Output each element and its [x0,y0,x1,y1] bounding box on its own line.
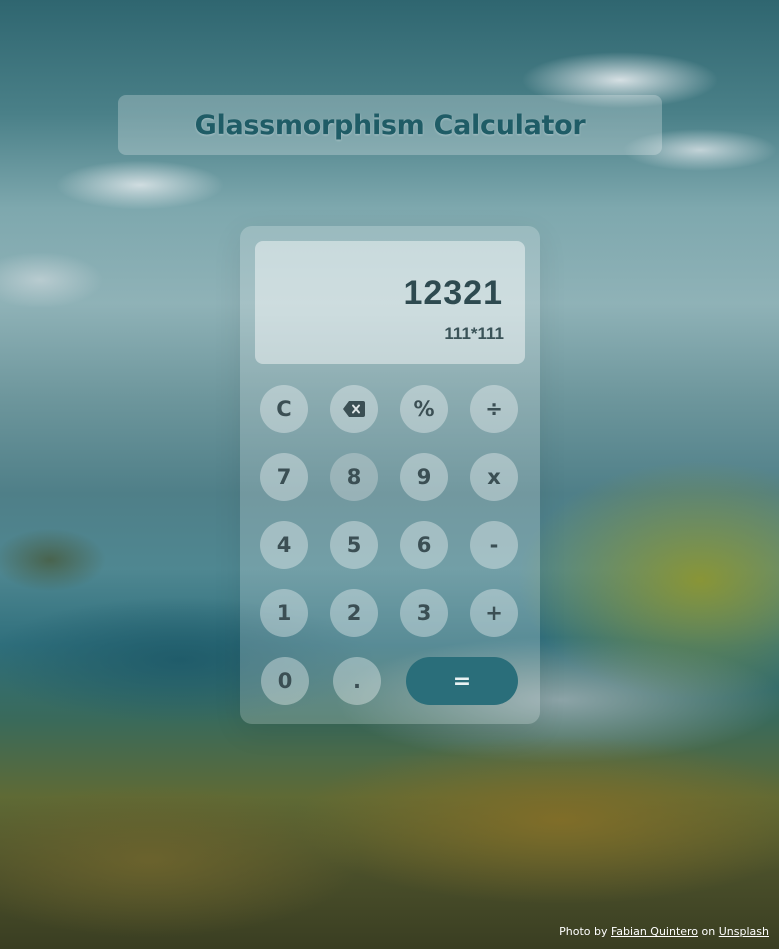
photo-credit: Photo by Fabian Quintero on Unsplash [559,925,769,938]
key-5[interactable]: 5 [330,521,378,569]
page-title: Glassmorphism Calculator [194,109,586,141]
calculator: 12321 111*111 C % ÷ 7 8 9 x 4 5 6 - 1 2 … [240,226,540,724]
key-6[interactable]: 6 [400,521,448,569]
display-result: 12321 [403,274,503,312]
key-4[interactable]: 4 [260,521,308,569]
calculator-display: 12321 111*111 [255,241,525,364]
multiply-button[interactable]: x [470,453,518,501]
key-9[interactable]: 9 [400,453,448,501]
backspace-icon [343,401,365,417]
divide-button[interactable]: ÷ [470,385,518,433]
minus-button[interactable]: - [470,521,518,569]
key-7[interactable]: 7 [260,453,308,501]
equals-button[interactable]: = [406,657,518,705]
plus-button[interactable]: + [470,589,518,637]
backspace-button[interactable] [330,385,378,433]
key-2[interactable]: 2 [330,589,378,637]
key-0[interactable]: 0 [261,657,309,705]
display-expression: 111*111 [444,324,504,343]
key-8[interactable]: 8 [330,453,378,501]
percent-button[interactable]: % [400,385,448,433]
title-bar: Glassmorphism Calculator [118,95,662,155]
credit-prefix: Photo by [559,925,608,938]
key-3[interactable]: 3 [400,589,448,637]
clear-button[interactable]: C [260,385,308,433]
author-link[interactable]: Fabian Quintero [611,925,698,938]
unsplash-link[interactable]: Unsplash [719,925,769,938]
decimal-button[interactable]: . [333,657,381,705]
key-1[interactable]: 1 [260,589,308,637]
credit-middle: on [701,925,716,938]
